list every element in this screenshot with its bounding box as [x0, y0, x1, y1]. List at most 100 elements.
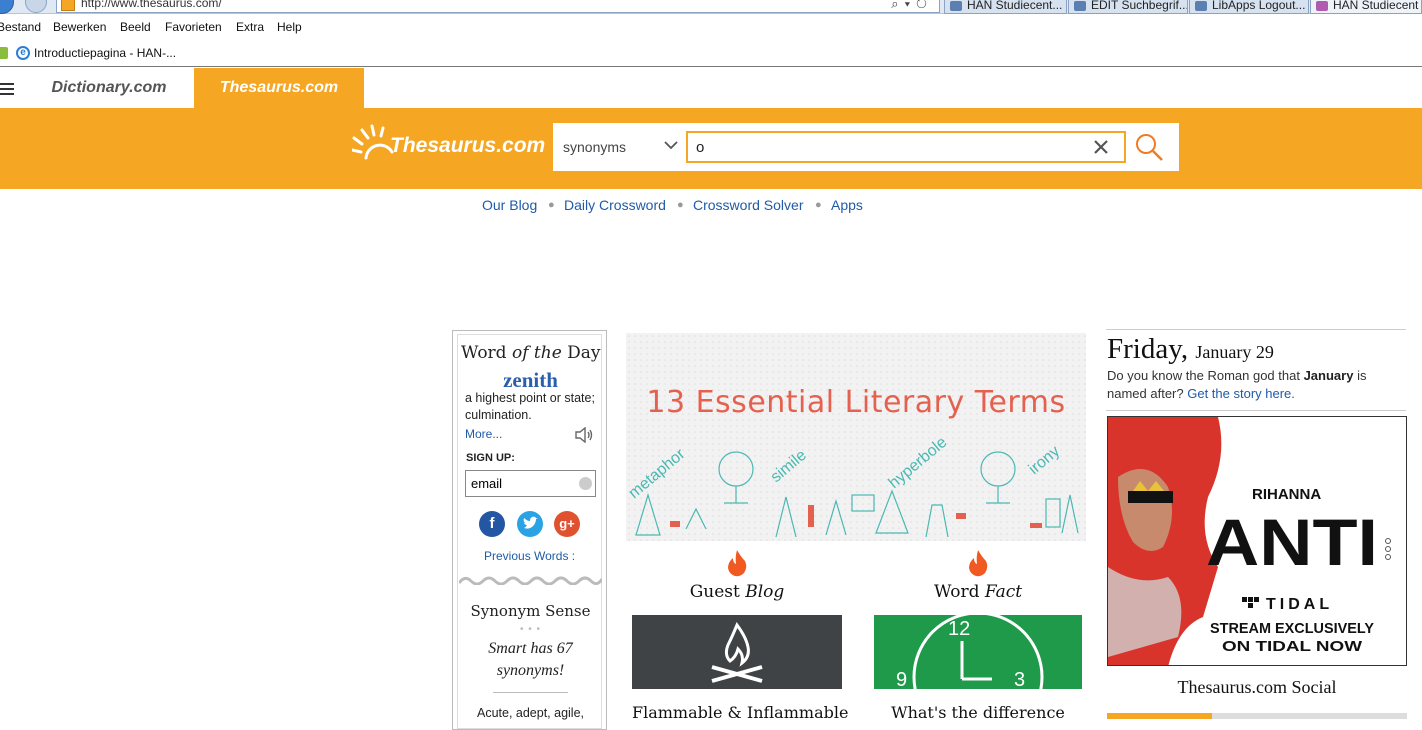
- nav-apps[interactable]: Apps: [831, 197, 863, 213]
- close-icon: [1094, 140, 1108, 154]
- address-bar[interactable]: http://www.thesaurus.com/ ⌕▾↻: [56, 0, 940, 13]
- tab-label: LibApps Logout...: [1212, 0, 1306, 12]
- nav-separator: ●: [677, 199, 684, 211]
- email-input[interactable]: [465, 470, 596, 497]
- social-tabs-bar[interactable]: [1107, 713, 1407, 719]
- divider-line: [1106, 410, 1406, 411]
- tab-dictionary[interactable]: Dictionary.com: [24, 68, 194, 108]
- feature-title: 13 Essential Literary Terms: [646, 385, 1066, 420]
- wotd-more-link[interactable]: More...: [465, 427, 502, 441]
- synonym-list: Acute, adept, agile,: [476, 706, 585, 720]
- tab-label: HAN Studiecent: [1333, 0, 1419, 12]
- facebook-icon[interactable]: f: [479, 511, 505, 537]
- refresh-icon[interactable]: ↻: [916, 0, 933, 11]
- forward-button[interactable]: [25, 0, 47, 13]
- site-favicon-icon: [61, 0, 75, 11]
- search-icon[interactable]: ⌕: [891, 0, 904, 11]
- guest-blog-label: Guest Blog: [689, 582, 785, 602]
- word-fact-block[interactable]: Word Fact 12 9 3 What's the difference: [873, 549, 1083, 729]
- menu-item-favorieten[interactable]: Favorieten: [165, 20, 222, 34]
- ad-artwork: RIHANNA ANTI TIDAL STREAM EXCLUSIVELY ON…: [1108, 417, 1406, 665]
- search-type-select[interactable]: synonyms: [553, 123, 687, 171]
- art-word-metaphor: metaphor: [626, 445, 689, 502]
- search-type-label: synonyms: [563, 139, 627, 155]
- menu-item-bewerken[interactable]: Bewerken: [53, 20, 106, 34]
- search-box: synonyms: [553, 123, 1179, 171]
- stationery-illustration: metaphor simile hyperbole irony: [626, 434, 1079, 538]
- word-fact-caption[interactable]: What's the difference: [873, 703, 1083, 722]
- guest-blog-block[interactable]: Guest Blog Flammable & Inflammable: [632, 549, 848, 729]
- advertisement[interactable]: RIHANNA ANTI TIDAL STREAM EXCLUSIVELY ON…: [1107, 416, 1407, 666]
- hamburger-menu-icon[interactable]: [0, 83, 14, 95]
- nav-our-blog[interactable]: Our Blog: [482, 197, 537, 213]
- favorite-link[interactable]: Introductiepagina - HAN-...: [34, 46, 176, 60]
- address-text[interactable]: http://www.thesaurus.com/: [81, 0, 222, 10]
- clock-image: 12 9 3: [874, 615, 1082, 689]
- ad-line-2: ON TIDAL NOW: [1222, 638, 1363, 655]
- social-tab-active[interactable]: [1107, 713, 1212, 719]
- logo-text: Thesaurus.com: [390, 134, 546, 157]
- back-button[interactable]: [0, 0, 14, 14]
- search-input[interactable]: [686, 131, 1126, 163]
- wotd-definition: a highest point or state; culmination.: [465, 391, 595, 422]
- speaker-icon[interactable]: [574, 427, 594, 443]
- clock-number: 12: [948, 618, 970, 640]
- sub-navigation: Our Blog ● Daily Crossword ● Crossword S…: [0, 197, 1422, 217]
- header-band: Thesaurus.com synonyms: [0, 108, 1422, 189]
- dropdown-icon[interactable]: ▾: [905, 0, 916, 11]
- ie-icon: e: [16, 46, 30, 60]
- search-icon: [1136, 134, 1163, 161]
- tab-icon: [1074, 1, 1086, 11]
- dot-divider: • • •: [519, 624, 542, 635]
- thesaurus-logo[interactable]: Thesaurus.com: [350, 124, 546, 168]
- nav-separator: ●: [548, 199, 555, 211]
- menu-bar: Bestand Bewerken Beeld Favorieten Extra …: [0, 15, 1422, 40]
- browser-tab[interactable]: EDIT Suchbegrif...: [1068, 0, 1188, 14]
- tab-icon: [1195, 1, 1207, 11]
- address-actions[interactable]: ⌕▾↻: [891, 0, 933, 12]
- flame-icon: [969, 550, 988, 577]
- ad-brand: TIDAL: [1266, 596, 1333, 613]
- menu-item-bestand[interactable]: Bestand: [0, 20, 41, 34]
- nav-crossword-solver[interactable]: Crossword Solver: [693, 197, 803, 213]
- art-word-hyperbole: hyperbole: [886, 434, 951, 492]
- ad-line-1: STREAM EXCLUSIVELY: [1210, 620, 1374, 637]
- chevron-down-icon: [664, 141, 678, 150]
- word-of-the-day-box: Word of the Day zenith a highest point o…: [452, 330, 607, 730]
- ad-artist: RIHANNA: [1252, 486, 1321, 503]
- get-story-link[interactable]: Get the story here.: [1187, 386, 1295, 401]
- clear-search-button[interactable]: [1089, 133, 1113, 161]
- campfire-image: [632, 615, 842, 689]
- zigzag-divider: [459, 576, 602, 585]
- nav-separator: ●: [815, 199, 822, 211]
- menu-item-extra[interactable]: Extra: [236, 20, 264, 34]
- site-tabs: Dictionary.com Thesaurus.com: [0, 68, 1422, 108]
- signup-label: SIGN UP:: [466, 452, 515, 464]
- feature-banner[interactable]: 13 Essential Literary Terms metaphor sim…: [626, 333, 1086, 541]
- did-you-know: Do you know the Roman god that January i…: [1107, 368, 1367, 401]
- submit-arrow-icon[interactable]: [579, 477, 592, 490]
- date-heading: Friday, January 29: [1107, 333, 1274, 365]
- synonym-sense-text: Smart has 67 synonyms!: [488, 640, 573, 679]
- favorites-icon[interactable]: [0, 47, 8, 59]
- ad-album: ANTI: [1206, 505, 1378, 579]
- menu-item-beeld[interactable]: Beeld: [120, 20, 151, 34]
- favorites-bar: e Introductiepagina - HAN-...: [0, 40, 1422, 67]
- clock-number: 9: [896, 669, 907, 689]
- browser-tab[interactable]: HAN Studiecent...: [944, 0, 1067, 14]
- tab-label: EDIT Suchbegrif...: [1091, 0, 1188, 12]
- browser-tab-active[interactable]: HAN Studiecent: [1310, 0, 1422, 14]
- twitter-icon[interactable]: [517, 511, 543, 537]
- tab-icon: [950, 1, 962, 11]
- tab-thesaurus[interactable]: Thesaurus.com: [194, 68, 364, 108]
- browser-tab[interactable]: LibApps Logout...: [1189, 0, 1309, 14]
- social-heading: Thesaurus.com Social: [1177, 677, 1337, 697]
- previous-words-link[interactable]: Previous Words :: [484, 549, 575, 563]
- nav-daily-crossword[interactable]: Daily Crossword: [564, 197, 666, 213]
- divider-line: [1106, 329, 1406, 330]
- menu-item-help[interactable]: Help: [277, 20, 302, 34]
- search-button[interactable]: [1133, 131, 1169, 163]
- google-plus-icon[interactable]: g+: [554, 511, 580, 537]
- guest-blog-caption[interactable]: Flammable & Inflammable: [632, 703, 848, 722]
- synonym-sense-title: Synonym Sense: [470, 602, 591, 620]
